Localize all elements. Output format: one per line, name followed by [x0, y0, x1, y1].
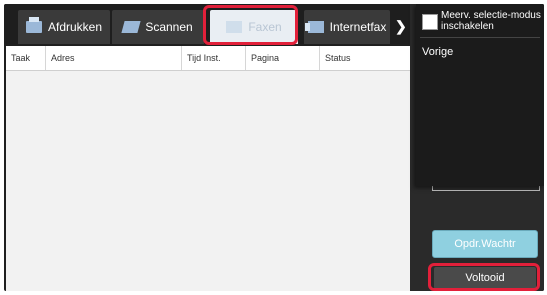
- column-header-adres: Adres: [46, 46, 182, 70]
- column-header-status: Status: [325, 53, 351, 63]
- tab-scannen[interactable]: Scannen: [112, 10, 204, 44]
- chevron-right-icon[interactable]: ❯: [395, 18, 407, 35]
- internet-fax-icon: [304, 21, 324, 33]
- menu-divider: [420, 37, 540, 38]
- job-list-panel: Taak Adres Tijd Inst. Pagina Status: [6, 46, 410, 291]
- printer-icon: [25, 17, 42, 33]
- tab-label: Scannen: [145, 20, 193, 34]
- tab-label: Afdrukken: [47, 20, 103, 34]
- fax-tab-highlight: [203, 5, 298, 45]
- column-header-taak: Taak: [6, 46, 46, 70]
- previous-menu-item[interactable]: Vorige: [422, 46, 453, 58]
- scanner-icon: [121, 21, 141, 33]
- column-header-pagina: Pagina: [246, 46, 320, 70]
- table-header: Taak Adres Tijd Inst. Pagina Status: [6, 46, 410, 71]
- job-queue-button[interactable]: Opdr.Wachtr: [432, 230, 538, 258]
- job-status-screen: Afdrukken Scannen Faxen Internetfax ❯ Ta…: [4, 4, 544, 291]
- multi-select-label[interactable]: Meerv. selectie-modus inschakelen: [441, 10, 541, 32]
- completed-button-highlight: [428, 263, 540, 291]
- tab-label: Internetfax: [329, 20, 387, 34]
- multi-select-checkbox[interactable]: [422, 14, 438, 30]
- tab-afdrukken[interactable]: Afdrukken: [18, 10, 110, 44]
- tab-internetfax[interactable]: Internetfax: [304, 10, 390, 44]
- column-header-tijd: Tijd Inst.: [182, 46, 246, 70]
- options-menu: Meerv. selectie-modus inschakelen Vorige: [416, 4, 544, 186]
